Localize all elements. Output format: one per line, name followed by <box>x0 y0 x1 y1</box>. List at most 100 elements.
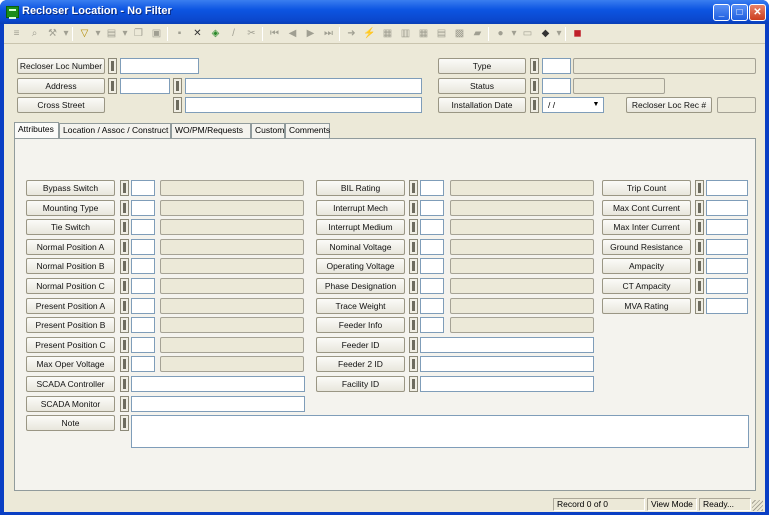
folder-icon[interactable]: ▰ <box>469 27 486 41</box>
tie-switch-input[interactable] <box>131 219 155 235</box>
col1-scada-controller-button[interactable]: SCADA Controller <box>26 376 115 392</box>
filter-icon[interactable]: ▽ <box>76 27 93 41</box>
book-icon[interactable]: ◆ <box>537 27 554 41</box>
trip-count-input[interactable] <box>706 180 748 196</box>
present-position-b-input[interactable] <box>131 317 155 333</box>
search-icon[interactable]: ⌕ <box>26 27 43 41</box>
max-inter-current-input[interactable] <box>706 219 748 235</box>
col2-phase-designation-button[interactable]: Phase Designation <box>316 278 405 294</box>
dropdown-icon[interactable]: ▾ <box>94 27 102 41</box>
col2-feeder-id-button[interactable]: Feeder ID <box>316 337 405 353</box>
note-button[interactable]: Note <box>26 415 115 431</box>
status-code-input[interactable] <box>542 78 571 94</box>
col2-interrupt-mech-button[interactable]: Interrupt Mech <box>316 200 405 216</box>
installation-date-picker[interactable]: / / ▼ <box>542 97 604 113</box>
col1-bypass-switch-button[interactable]: Bypass Switch <box>26 180 115 196</box>
report-icon[interactable]: ▦ <box>379 27 396 41</box>
scada-controller-input[interactable] <box>131 376 305 392</box>
col1-normal-position-b-button[interactable]: Normal Position B <box>26 258 115 274</box>
col3-ampacity-button[interactable]: Ampacity <box>602 258 691 274</box>
trace-weight-input[interactable] <box>420 298 444 314</box>
dropdown-icon[interactable]: ▾ <box>121 27 129 41</box>
title-bar[interactable]: Recloser Location - No Filter _ □ ✕ <box>0 0 769 24</box>
col1-tie-switch-button[interactable]: Tie Switch <box>26 219 115 235</box>
feeder-info-input[interactable] <box>420 317 444 333</box>
col1-mounting-type-button[interactable]: Mounting Type <box>26 200 115 216</box>
save-icon[interactable]: ▪ <box>171 27 188 41</box>
tab-custom[interactable]: Custom <box>251 123 285 138</box>
bil-rating-input[interactable] <box>420 180 444 196</box>
cross-street-button[interactable]: Cross Street <box>17 97 105 113</box>
form-icon[interactable]: ▤ <box>433 27 450 41</box>
first-record-icon[interactable]: ⏮ <box>266 27 283 41</box>
col3-ground-resistance-button[interactable]: Ground Resistance <box>602 239 691 255</box>
col1-normal-position-c-button[interactable]: Normal Position C <box>26 278 115 294</box>
dropdown-icon[interactable]: ▾ <box>510 27 518 41</box>
close-button[interactable]: ✕ <box>749 4 766 21</box>
col2-feeder-2-id-button[interactable]: Feeder 2 ID <box>316 356 405 372</box>
col2-trace-weight-button[interactable]: Trace Weight <box>316 298 405 314</box>
max-cont-current-input[interactable] <box>706 200 748 216</box>
copy-icon[interactable]: ❐ <box>130 27 147 41</box>
present-position-a-input[interactable] <box>131 298 155 314</box>
col3-trip-count-button[interactable]: Trip Count <box>602 180 691 196</box>
address-number-input[interactable] <box>120 78 170 94</box>
mva-rating-input[interactable] <box>706 298 748 314</box>
note-textarea[interactable] <box>131 415 749 448</box>
col3-ct-ampacity-button[interactable]: CT Ampacity <box>602 278 691 294</box>
recloser-loc-rec-button[interactable]: Recloser Loc Rec # <box>626 97 712 113</box>
bypass-switch-input[interactable] <box>131 180 155 196</box>
chart-icon[interactable]: ▩ <box>451 27 468 41</box>
col2-interrupt-medium-button[interactable]: Interrupt Medium <box>316 219 405 235</box>
tools-icon[interactable]: ⚒ <box>44 27 61 41</box>
feeder-2-id-input[interactable] <box>420 356 594 372</box>
refresh-icon[interactable]: ◈ <box>207 27 224 41</box>
operating-voltage-input[interactable] <box>420 258 444 274</box>
col2-operating-voltage-button[interactable]: Operating Voltage <box>316 258 405 274</box>
interrupt-mech-input[interactable] <box>420 200 444 216</box>
col2-feeder-info-button[interactable]: Feeder Info <box>316 317 405 333</box>
grid-icon[interactable]: ▦ <box>415 27 432 41</box>
next-record-icon[interactable]: ▶ <box>302 27 319 41</box>
col2-bil-rating-button[interactable]: BIL Rating <box>316 180 405 196</box>
cut-icon[interactable]: ✂ <box>243 27 260 41</box>
scada-monitor-input[interactable] <box>131 396 305 412</box>
card-icon[interactable]: ▭ <box>519 27 536 41</box>
list-view-icon[interactable]: ≡ <box>8 27 25 41</box>
chevron-down-icon[interactable]: ▼ <box>590 99 602 111</box>
col1-normal-position-a-button[interactable]: Normal Position A <box>26 239 115 255</box>
normal-position-a-input[interactable] <box>131 239 155 255</box>
previous-record-icon[interactable]: ◀ <box>284 27 301 41</box>
col3-max-cont-current-button[interactable]: Max Cont Current <box>602 200 691 216</box>
normal-position-c-input[interactable] <box>131 278 155 294</box>
recloser-loc-number-input[interactable] <box>120 58 199 74</box>
normal-position-b-input[interactable] <box>131 258 155 274</box>
tab-wo-pm-requests[interactable]: WO/PM/Requests <box>171 123 251 138</box>
cross-street-input[interactable] <box>185 97 422 113</box>
mounting-type-input[interactable] <box>131 200 155 216</box>
col1-present-position-a-button[interactable]: Present Position A <box>26 298 115 314</box>
facility-id-input[interactable] <box>420 376 594 392</box>
present-position-c-input[interactable] <box>131 337 155 353</box>
address-button[interactable]: Address <box>17 78 105 94</box>
delete-icon[interactable]: ✕ <box>189 27 206 41</box>
ct-ampacity-input[interactable] <box>706 278 748 294</box>
type-button[interactable]: Type <box>438 58 526 74</box>
col1-max-oper-voltage-button[interactable]: Max Oper Voltage <box>26 356 115 372</box>
col1-scada-monitor-button[interactable]: SCADA Monitor <box>26 396 115 412</box>
exit-icon[interactable]: ◼ <box>569 27 586 41</box>
globe-icon[interactable]: ● <box>492 27 509 41</box>
phase-designation-input[interactable] <box>420 278 444 294</box>
max-oper-voltage-input[interactable] <box>131 356 155 372</box>
installation-date-button[interactable]: Installation Date <box>438 97 526 113</box>
type-code-input[interactable] <box>542 58 571 74</box>
edit-icon[interactable]: ▤ <box>103 27 120 41</box>
col1-present-position-c-button[interactable]: Present Position C <box>26 337 115 353</box>
ampacity-input[interactable] <box>706 258 748 274</box>
report2-icon[interactable]: ▥ <box>397 27 414 41</box>
col2-nominal-voltage-button[interactable]: Nominal Voltage <box>316 239 405 255</box>
paste-icon[interactable]: ▣ <box>148 27 165 41</box>
feeder-id-input[interactable] <box>420 337 594 353</box>
maximize-button[interactable]: □ <box>731 4 748 21</box>
tab-comments[interactable]: Comments <box>285 123 330 138</box>
